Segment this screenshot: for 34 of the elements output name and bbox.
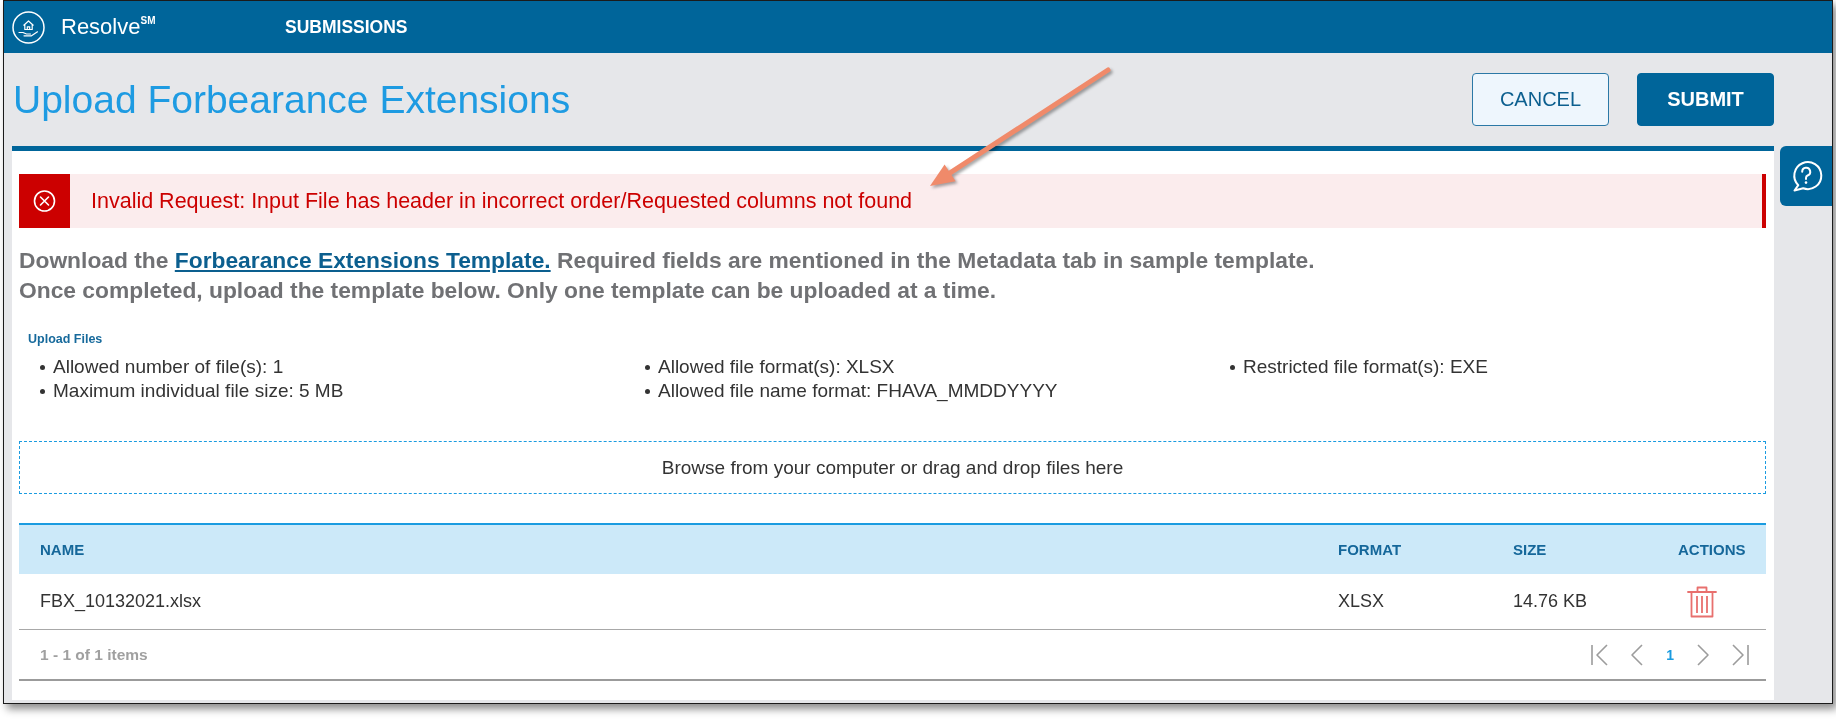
file-drop-zone[interactable]: Browse from your computer or drag and drop files here [19,441,1766,494]
pager-summary: 1 - 1 of 1 items [40,645,148,664]
house-hand-logo-icon [12,10,45,44]
upload-rule: Allowed number of file(s): 1 [53,356,284,378]
table-cell-text: XLSX [1337,591,1385,612]
upload-rule: Maximum individual file size: 5 MB [53,380,344,402]
upload-rule: Allowed file format(s): XLSX [658,356,895,378]
instructions-text: Once completed, upload the template below. Only one template can be uploaded at a time. [19,276,998,305]
page-title: Upload Forbearance Extensions [12,76,571,123]
column-header[interactable]: ACTIONS [1657,541,1746,558]
brand-name: Resolve$^{SM}$ [61,14,156,40]
table-cell-text: 14.76 KB [1512,591,1588,612]
error-message: Invalid Request: Input File has header in incorrect order/Requested columns not found [90,188,913,214]
template-link[interactable]: Forbearance Extensions Template. [174,247,551,273]
submit-button[interactable]: SUBMIT [1637,73,1774,126]
bullet-icon [1230,364,1235,370]
column-header[interactable]: FORMAT [1317,541,1402,558]
bar-chevron-left-icon[interactable] [1590,643,1610,666]
bullet-icon [645,364,650,370]
bullet-icon [645,388,650,394]
help-tab[interactable] [1780,146,1832,206]
instructions-text: Download the Forbearance Extensions Template. Required fields are mentioned in the Metadata tab in sample template. [19,246,1316,275]
bullet-icon [40,364,45,370]
upload-rule: Restricted file format(s): EXE [1243,356,1488,378]
column-header[interactable]: NAME [19,541,85,558]
trash-icon[interactable] [1687,585,1717,618]
column-header[interactable]: SIZE [1492,541,1547,558]
cancel-button[interactable]: CANCEL [1472,73,1609,126]
upload-rule: Allowed file name format: FHAVA_MMDDYYYY [658,380,1058,402]
bullet-icon [40,388,45,394]
table-cell-text: FBX_10132021.xlsx [39,591,202,612]
nav-link[interactable]: SUBMISSIONS [285,17,408,37]
chevron-right-bar-icon[interactable] [1731,643,1750,666]
section-label: Upload Files [27,332,103,346]
